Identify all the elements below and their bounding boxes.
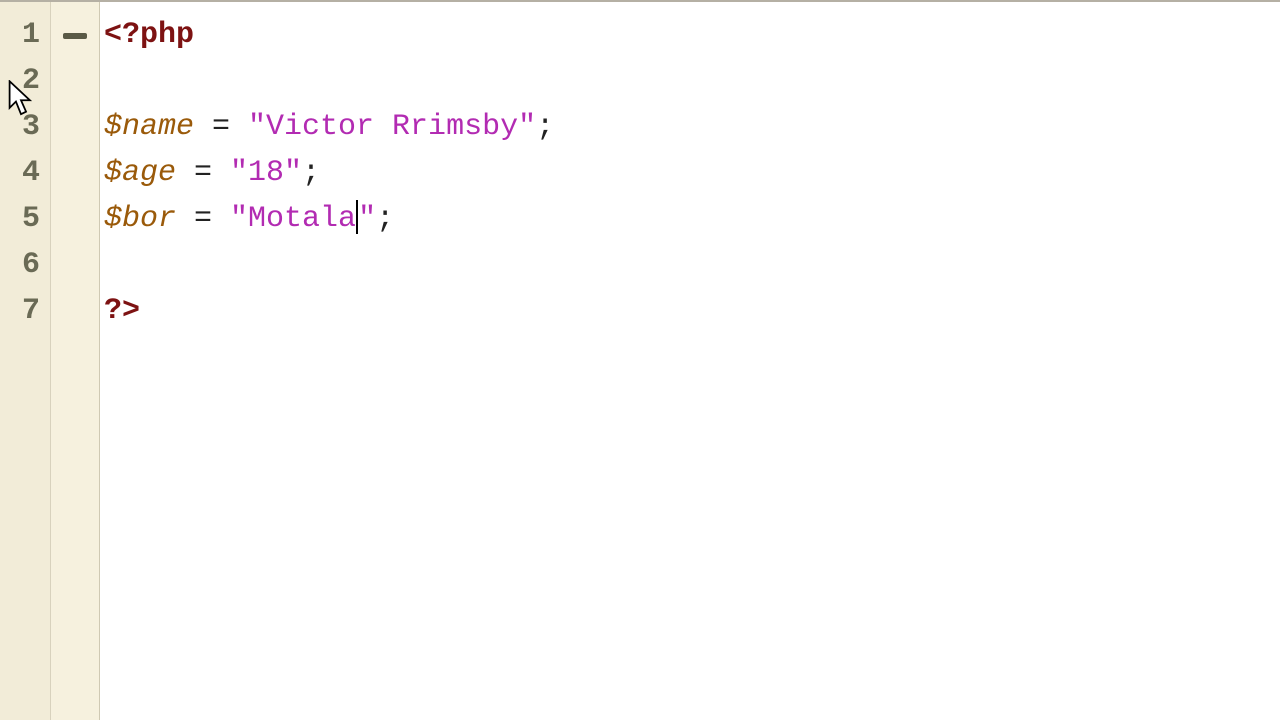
code-token: ": [358, 202, 376, 236]
text-caret: [356, 200, 358, 234]
fold-cell: [51, 58, 99, 104]
fold-gutter: [51, 2, 100, 720]
code-text-area[interactable]: <?php$name = "Victor Rrimsby";$age = "18…: [100, 2, 1280, 720]
line-number-gutter: 1 2 3 4 5 6 7: [0, 2, 51, 720]
fold-cell: [51, 150, 99, 196]
line-number: 6: [0, 242, 50, 288]
code-token: =: [194, 110, 248, 144]
code-line[interactable]: $name = "Victor Rrimsby";: [104, 104, 1280, 150]
fold-collapse-icon[interactable]: [63, 23, 87, 47]
code-token: "Victor Rrimsby": [248, 110, 536, 144]
line-number: 1: [0, 12, 50, 58]
code-token: =: [176, 202, 230, 236]
line-number: 2: [0, 58, 50, 104]
code-token: "Motala: [230, 202, 356, 236]
code-token: ;: [302, 156, 320, 190]
code-token: $name: [104, 110, 194, 144]
code-token: ;: [376, 202, 394, 236]
code-line[interactable]: $bor = "Motala";: [104, 196, 1280, 242]
code-token: $bor: [104, 202, 176, 236]
code-token: <?php: [104, 18, 194, 52]
code-token: =: [176, 156, 230, 190]
code-line[interactable]: [104, 58, 1280, 104]
code-token: ?>: [104, 294, 140, 328]
code-line[interactable]: ?>: [104, 288, 1280, 334]
code-token: $age: [104, 156, 176, 190]
fold-cell: [51, 104, 99, 150]
line-number: 7: [0, 288, 50, 334]
line-number: 3: [0, 104, 50, 150]
fold-cell: [51, 242, 99, 288]
line-number: 4: [0, 150, 50, 196]
fold-cell[interactable]: [51, 12, 99, 58]
code-editor[interactable]: 1 2 3 4 5 6 7 <?php $name = "Victor Rrims…: [0, 0, 1280, 720]
code-line[interactable]: <?php: [104, 12, 1280, 58]
line-number: 5: [0, 196, 50, 242]
code-line[interactable]: [104, 242, 1280, 288]
code-token: "18": [230, 156, 302, 190]
fold-cell: [51, 288, 99, 334]
code-line[interactable]: $age = "18";: [104, 150, 1280, 196]
fold-cell: [51, 196, 99, 242]
code-token: ;: [536, 110, 554, 144]
